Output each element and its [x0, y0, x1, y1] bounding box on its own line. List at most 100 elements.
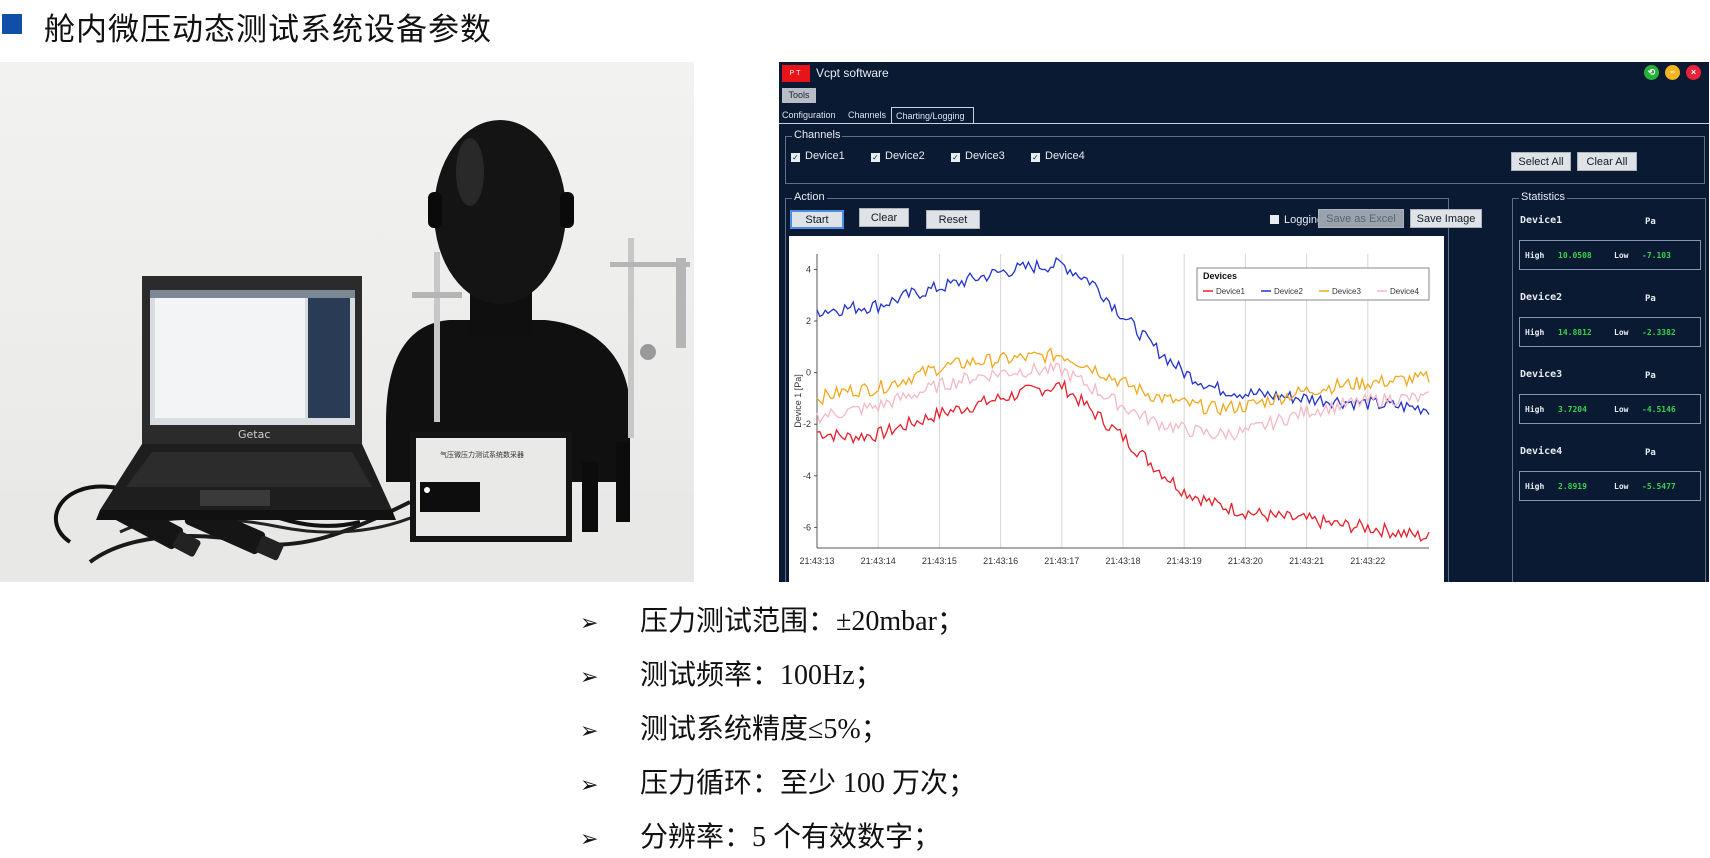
pressure-line-chart: 21:43:13 21:43:14 21:43:15 21:43:16 21:43:17… [793, 254, 1430, 566]
stat-panel-device3: High 3.7204 Low -4.5146 [1519, 394, 1701, 424]
high-label: High [1525, 328, 1545, 337]
x-tick-label: 21:43:13 [799, 556, 834, 566]
high-label: High [1525, 251, 1545, 260]
stat-unit: Pa [1645, 294, 1656, 304]
action-legend: Action [792, 191, 827, 203]
stat-device-name: Device2 [1520, 292, 1563, 303]
stat-panel-device4: High 2.8919 Low -5.5477 [1519, 471, 1701, 501]
arrow-bullet-icon: ➢ [580, 827, 599, 852]
checkbox-checked-icon: ✓ [1031, 153, 1040, 162]
x-tick-label: 21:43:21 [1289, 556, 1324, 566]
spec-item: ➢ 压力测试范围：±20mbar； [580, 599, 965, 639]
app-logo: PT [782, 65, 810, 82]
device3-checkbox[interactable]: ✓ Device3 [951, 150, 1005, 162]
low-value: -7.103 [1642, 251, 1671, 260]
high-label: High [1525, 482, 1545, 491]
low-value: -2.3382 [1642, 328, 1676, 337]
y-tick-label: -6 [803, 522, 811, 532]
checkbox-unchecked-icon [1270, 215, 1279, 224]
high-label: High [1525, 405, 1545, 414]
tab-channels[interactable]: Channels [848, 107, 886, 123]
stat-panel-device1: High 10.0508 Low -7.103 [1519, 240, 1701, 270]
spec-item: ➢ 测试系统精度≤5%； [580, 707, 889, 747]
chart-area: 21:43:13 21:43:14 21:43:15 21:43:16 21:43:17… [789, 236, 1444, 582]
spec-text: 分辨率：5 个有效数字； [640, 822, 942, 853]
checkbox-label: Device4 [1045, 150, 1085, 162]
window-close-button[interactable]: × [1686, 65, 1701, 80]
equipment-illustration: Getac 气压微压力测试系统数采器 [0, 120, 694, 582]
spec-text: 压力测试范围：±20mbar； [640, 606, 965, 637]
x-tick-label: 21:43:16 [983, 556, 1018, 566]
laptop-brand: Getac [238, 428, 270, 441]
spec-item: ➢ 压力循环：至少 100 万次； [580, 761, 976, 801]
title-bullet-square [2, 14, 22, 34]
stat-unit: Pa [1645, 371, 1656, 381]
high-value: 10.0508 [1558, 251, 1592, 260]
stat-device-name: Device3 [1520, 369, 1563, 380]
arrow-bullet-icon: ➢ [580, 611, 599, 636]
equipment-photo: Getac 气压微压力测试系统数采器 [0, 62, 694, 582]
window-minimize-button[interactable]: − [1665, 65, 1680, 80]
logging-checkbox[interactable]: Logging [1270, 214, 1323, 226]
x-tick-label: 21:43:22 [1350, 556, 1385, 566]
slide-title: 舱内微压动态测试系统设备参数 [44, 12, 492, 48]
arrow-bullet-icon: ➢ [580, 719, 599, 744]
stat-unit: Pa [1645, 448, 1656, 458]
window-title: Vcpt software [816, 66, 889, 80]
arrow-bullet-icon: ➢ [580, 665, 599, 690]
checkbox-checked-icon: ✓ [951, 153, 960, 162]
y-tick-label: 0 [806, 368, 811, 378]
checkbox-label: Device1 [805, 150, 845, 162]
device4-checkbox[interactable]: ✓ Device4 [1031, 150, 1085, 162]
daq-box-label: 气压微压力测试系统数采器 [440, 450, 524, 459]
daq-box: 气压微压力测试系统数采器 [410, 432, 572, 542]
checkbox-label: Device2 [885, 150, 925, 162]
arrow-bullet-icon: ➢ [580, 773, 599, 798]
clear-all-button[interactable]: Clear All [1577, 152, 1637, 171]
x-tick-label: 21:43:17 [1044, 556, 1079, 566]
x-tick-label: 21:43:18 [1105, 556, 1140, 566]
y-tick-label: -2 [803, 419, 811, 429]
tab-configuration[interactable]: Configuration [782, 107, 836, 123]
reset-button[interactable]: Reset [926, 210, 980, 229]
low-value: -4.5146 [1642, 405, 1676, 414]
high-value: 2.8919 [1558, 482, 1587, 491]
spec-text: 测试系统精度≤5%； [640, 714, 889, 745]
statistics-legend: Statistics [1519, 191, 1568, 203]
y-tick-label: -4 [803, 471, 811, 481]
save-as-excel-button[interactable]: Save as Excel [1318, 209, 1404, 228]
checkbox-checked-icon: ✓ [871, 153, 880, 162]
x-tick-label: 21:43:14 [861, 556, 896, 566]
channels-group: Channels ✓ Device1 ✓ Device2 ✓ Device3 ✓ Dev… [785, 129, 1705, 184]
low-label: Low [1614, 328, 1629, 337]
tab-divider [779, 123, 1709, 124]
tools-menu[interactable]: Tools [782, 88, 816, 103]
clear-button[interactable]: Clear [859, 208, 909, 227]
spec-item: ➢ 测试频率：100Hz； [580, 653, 883, 693]
legend-entry: Device4 [1390, 287, 1419, 296]
legend-entry: Device1 [1216, 287, 1245, 296]
x-tick-label: 21:43:15 [922, 556, 957, 566]
window-refresh-button[interactable]: ⟲ [1644, 65, 1659, 80]
laptop: Getac [96, 276, 396, 520]
x-tick-label: 21:43:19 [1167, 556, 1202, 566]
stat-unit: Pa [1645, 217, 1656, 227]
x-tick-label: 21:43:20 [1228, 556, 1263, 566]
spec-item: ➢ 分辨率：5 个有效数字； [580, 815, 941, 855]
stat-device-name: Device4 [1520, 446, 1563, 457]
stat-panel-device2: High 14.8812 Low -2.3382 [1519, 317, 1701, 347]
device1-checkbox[interactable]: ✓ Device1 [791, 150, 845, 162]
y-tick-label: 4 [806, 264, 811, 274]
start-button[interactable]: Start [790, 210, 844, 229]
spec-text: 压力循环：至少 100 万次； [640, 768, 977, 799]
device2-checkbox[interactable]: ✓ Device2 [871, 150, 925, 162]
save-image-button[interactable]: Save Image [1410, 209, 1482, 228]
low-value: -5.5477 [1642, 482, 1676, 491]
legend-title: Devices [1203, 271, 1237, 281]
low-label: Low [1614, 482, 1629, 491]
select-all-button[interactable]: Select All [1511, 152, 1571, 171]
checkbox-label: Device3 [965, 150, 1005, 162]
tab-charting-logging[interactable]: Charting/Logging [891, 107, 974, 123]
legend-entry: Device2 [1274, 287, 1303, 296]
stat-device-name: Device1 [1520, 215, 1563, 226]
